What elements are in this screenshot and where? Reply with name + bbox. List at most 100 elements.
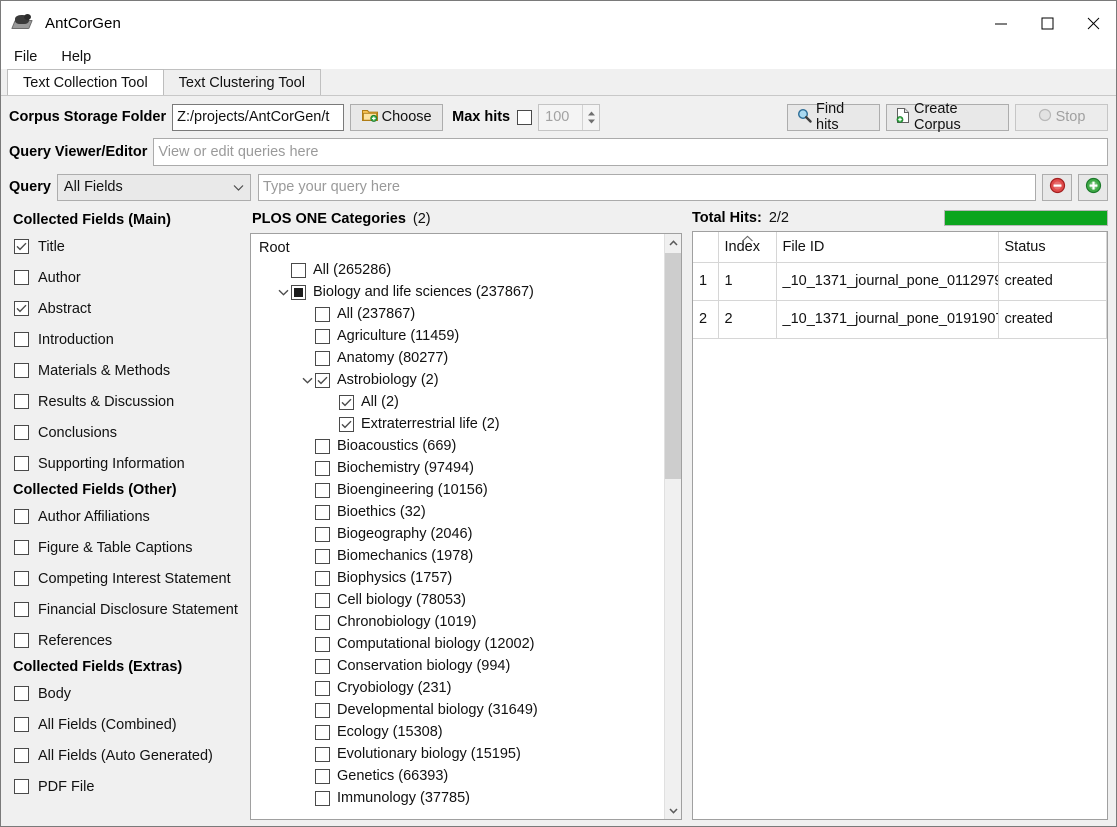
chevron-down-icon[interactable] <box>275 289 291 296</box>
tree-node[interactable]: Biology and life sciences (237867) <box>251 281 664 303</box>
tree-node-checkbox[interactable] <box>315 769 330 784</box>
tree-node-checkbox[interactable] <box>291 285 306 300</box>
tree-node-checkbox[interactable] <box>315 527 330 542</box>
field-checkbox[interactable] <box>14 332 29 347</box>
tree-node-checkbox[interactable] <box>315 329 330 344</box>
field-checkbox[interactable] <box>14 748 29 763</box>
tree-node[interactable]: Genetics (66393) <box>251 765 664 787</box>
field-checkbox[interactable] <box>14 363 29 378</box>
tree-node-checkbox[interactable] <box>315 593 330 608</box>
max-hits-checkbox[interactable] <box>517 110 532 125</box>
tree-node-checkbox[interactable] <box>315 725 330 740</box>
tree-node[interactable]: All (2) <box>251 391 664 413</box>
tree-node[interactable]: Biomechanics (1978) <box>251 545 664 567</box>
field-checkbox-row[interactable]: Body <box>9 678 245 709</box>
tree-node-checkbox[interactable] <box>315 571 330 586</box>
tree-node-checkbox[interactable] <box>315 549 330 564</box>
tree-node[interactable]: Cell biology (78053) <box>251 589 664 611</box>
tree-node-checkbox[interactable] <box>339 417 354 432</box>
remove-query-button[interactable] <box>1042 174 1072 201</box>
field-checkbox-row[interactable]: Results & Discussion <box>9 386 245 417</box>
tree-node[interactable]: Anatomy (80277) <box>251 347 664 369</box>
results-table-wrapper[interactable]: Index File ID Status 11_10_1371_journal_… <box>692 231 1108 820</box>
tree-node[interactable]: Biophysics (1757) <box>251 567 664 589</box>
tab-text-clustering-tool[interactable]: Text Clustering Tool <box>163 69 321 95</box>
tree-node[interactable]: Immunology (37785) <box>251 787 664 809</box>
tree-node[interactable]: All (265286) <box>251 259 664 281</box>
add-query-button[interactable] <box>1078 174 1108 201</box>
tree-node-checkbox[interactable] <box>339 395 354 410</box>
maximize-icon[interactable] <box>1024 1 1070 45</box>
tree-node[interactable]: Bioacoustics (669) <box>251 435 664 457</box>
tree-node-checkbox[interactable] <box>315 681 330 696</box>
field-checkbox[interactable] <box>14 394 29 409</box>
field-checkbox[interactable] <box>14 540 29 555</box>
tree-node-checkbox[interactable] <box>315 307 330 322</box>
tree-node-checkbox[interactable] <box>315 351 330 366</box>
tree-node-checkbox[interactable] <box>315 615 330 630</box>
field-checkbox-row[interactable]: Author Affiliations <box>9 501 245 532</box>
field-checkbox-row[interactable]: Figure & Table Captions <box>9 532 245 563</box>
field-checkbox[interactable] <box>14 301 29 316</box>
field-checkbox[interactable] <box>14 425 29 440</box>
tree-node-checkbox[interactable] <box>315 637 330 652</box>
menu-file[interactable]: File <box>11 47 40 67</box>
field-checkbox-row[interactable]: Abstract <box>9 293 245 324</box>
field-checkbox[interactable] <box>14 602 29 617</box>
spinner-arrows[interactable] <box>582 105 599 130</box>
stop-button[interactable]: Stop <box>1015 104 1108 131</box>
field-checkbox[interactable] <box>14 571 29 586</box>
field-checkbox-row[interactable]: References <box>9 625 245 656</box>
field-checkbox[interactable] <box>14 509 29 524</box>
field-checkbox-row[interactable]: All Fields (Combined) <box>9 709 245 740</box>
corpus-folder-input[interactable]: Z:/projects/AntCorGen/t <box>172 104 344 131</box>
tree-node-checkbox[interactable] <box>315 373 330 388</box>
tree-node[interactable]: Agriculture (11459) <box>251 325 664 347</box>
field-checkbox-row[interactable]: Competing Interest Statement <box>9 563 245 594</box>
query-field-select[interactable]: All Fields <box>57 174 251 201</box>
table-row[interactable]: 22_10_1371_journal_pone_0191907created <box>693 300 1107 338</box>
max-hits-spinner[interactable]: 100 <box>538 104 600 131</box>
field-checkbox[interactable] <box>14 717 29 732</box>
chevron-down-icon[interactable] <box>299 377 315 384</box>
minimize-icon[interactable] <box>978 1 1024 45</box>
tree-node-checkbox[interactable] <box>291 263 306 278</box>
tree-node[interactable]: Extraterrestrial life (2) <box>251 413 664 435</box>
find-hits-button[interactable]: Find hits <box>787 104 880 131</box>
query-viewer-input[interactable]: View or edit queries here <box>153 138 1108 166</box>
tree-node-checkbox[interactable] <box>315 703 330 718</box>
field-checkbox-row[interactable]: All Fields (Auto Generated) <box>9 740 245 771</box>
tree-node[interactable]: Chronobiology (1019) <box>251 611 664 633</box>
tree-node-checkbox[interactable] <box>315 505 330 520</box>
field-checkbox[interactable] <box>14 456 29 471</box>
field-checkbox-row[interactable]: PDF File <box>9 771 245 802</box>
table-row[interactable]: 11_10_1371_journal_pone_0112979created <box>693 262 1107 300</box>
scroll-down-icon[interactable] <box>665 802 682 819</box>
categories-tree[interactable]: Root All (265286)Biology and life scienc… <box>250 233 682 820</box>
tree-node[interactable]: Bioengineering (10156) <box>251 479 664 501</box>
field-checkbox[interactable] <box>14 633 29 648</box>
field-checkbox-row[interactable]: Supporting Information <box>9 448 245 479</box>
tree-node[interactable]: Cryobiology (231) <box>251 677 664 699</box>
field-checkbox-row[interactable]: Author <box>9 262 245 293</box>
tree-node-checkbox[interactable] <box>315 659 330 674</box>
query-text-input[interactable]: Type your query here <box>258 174 1036 201</box>
tree-node[interactable]: All (237867) <box>251 303 664 325</box>
close-icon[interactable] <box>1070 1 1116 45</box>
header-file-id[interactable]: File ID <box>776 232 998 262</box>
create-corpus-button[interactable]: Create Corpus <box>886 104 1009 131</box>
field-checkbox-row[interactable]: Introduction <box>9 324 245 355</box>
tree-node-root[interactable]: Root <box>251 237 664 259</box>
categories-scrollbar[interactable] <box>664 234 681 819</box>
choose-button[interactable]: Choose <box>350 104 443 131</box>
tree-node[interactable]: Evolutionary biology (15195) <box>251 743 664 765</box>
field-checkbox[interactable] <box>14 686 29 701</box>
field-checkbox[interactable] <box>14 239 29 254</box>
tree-node-checkbox[interactable] <box>315 791 330 806</box>
tree-node-checkbox[interactable] <box>315 439 330 454</box>
scrollbar-thumb[interactable] <box>665 253 682 479</box>
tab-text-collection-tool[interactable]: Text Collection Tool <box>7 69 164 95</box>
field-checkbox-row[interactable]: Financial Disclosure Statement <box>9 594 245 625</box>
field-checkbox[interactable] <box>14 270 29 285</box>
tree-node[interactable]: Biochemistry (97494) <box>251 457 664 479</box>
